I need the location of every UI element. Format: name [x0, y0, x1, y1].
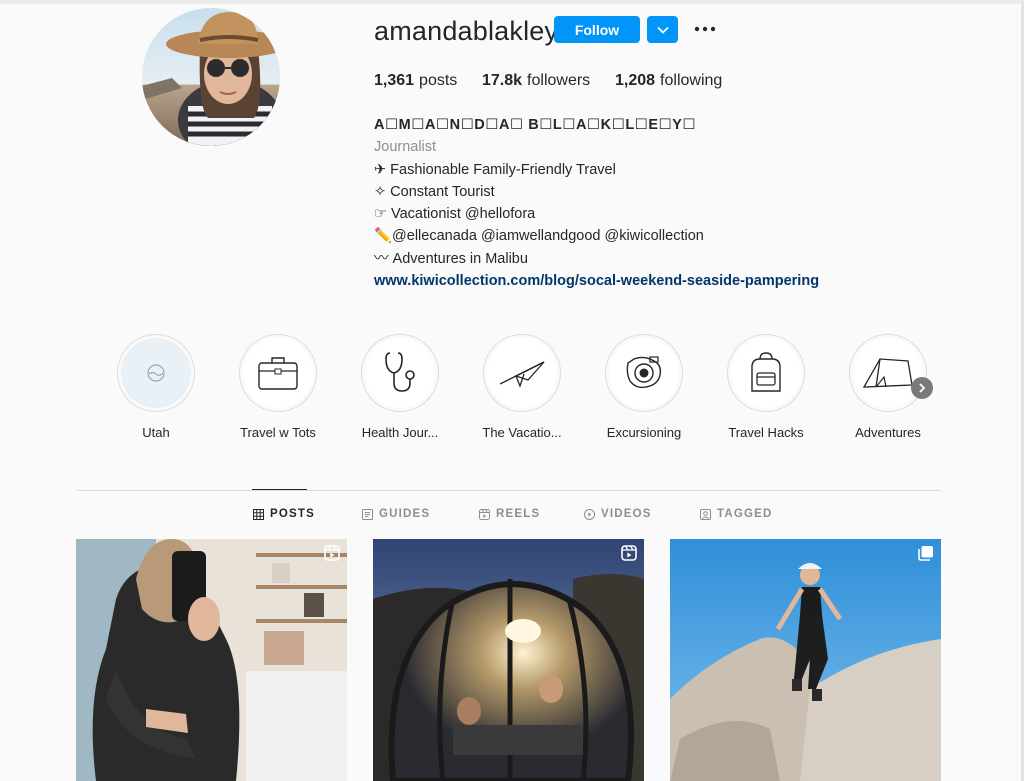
- suggested-accounts-button[interactable]: [647, 16, 678, 43]
- category-label: Journalist: [374, 139, 437, 156]
- highlight-cover: [365, 338, 435, 408]
- highlight-health-journey[interactable]: Health Jour...: [350, 334, 450, 440]
- highlight-cover: [609, 338, 679, 408]
- suitcase-icon: [258, 357, 298, 390]
- highlight-ring: [483, 334, 561, 412]
- post-image-dining-dome: [373, 539, 644, 781]
- followers-label: followers: [527, 72, 591, 89]
- highlight-label: Travel Hacks: [728, 425, 804, 440]
- bio-line: ☞ Vacationist @hellofora: [374, 206, 536, 223]
- tagged-icon: [700, 508, 711, 520]
- highlight-ring: [849, 334, 927, 412]
- highlight-ring: [605, 334, 683, 412]
- post-image-rock-climb: [670, 539, 941, 781]
- highlight-utah[interactable]: Utah: [106, 334, 206, 440]
- camera-icon: [626, 356, 662, 389]
- tab-label: POSTS: [270, 508, 315, 520]
- tabs-divider: [77, 490, 941, 491]
- tab-label: REELS: [496, 508, 541, 520]
- tab-label: VIDEOS: [601, 508, 652, 520]
- bio-line: ✈ Fashionable Family-Friendly Travel: [374, 161, 616, 178]
- highlight-cover: [121, 338, 191, 408]
- followers-count: 17.8k: [482, 72, 523, 89]
- highlight-excursioning[interactable]: Excursioning: [594, 334, 694, 440]
- tab-label: GUIDES: [379, 508, 431, 520]
- profile-avatar[interactable]: [142, 8, 280, 146]
- utah-globe-icon: [147, 364, 165, 382]
- highlight-ring: [361, 334, 439, 412]
- highlight-label: Excursioning: [606, 425, 682, 440]
- highlight-label: Adventures: [855, 425, 921, 440]
- browser-frame-top: [0, 0, 1024, 4]
- profile-username: amandablakley: [374, 16, 559, 46]
- tab-videos[interactable]: VIDEOS: [584, 508, 652, 520]
- paper-plane-icon: [499, 361, 545, 388]
- post-thumbnail[interactable]: [373, 539, 644, 781]
- bio-line: ✏️@ellecanada @iamwellandgood @kiwicolle…: [374, 228, 704, 245]
- reels-icon: [479, 508, 490, 520]
- bio-website-link[interactable]: www.kiwicollection.com/blog/socal-weeken…: [374, 270, 819, 292]
- highlight-label: Utah: [142, 425, 170, 440]
- backpack-icon: [751, 352, 781, 392]
- highlight-label: The Vacatio...: [482, 425, 562, 440]
- highlight-cover: [853, 338, 923, 408]
- highlight-the-vacationist[interactable]: The Vacatio...: [472, 334, 572, 440]
- display-name: A☐M☐A☐N☐D☐A☐ B☐L☐A☐K☐L☐E☐Y☐: [374, 117, 697, 133]
- highlight-travel-w-tots[interactable]: Travel w Tots: [228, 334, 328, 440]
- profile-stats: 1,361 posts 17.8k followers 1,208 follow…: [374, 72, 722, 90]
- profile-bio: A☐M☐A☐N☐D☐A☐ B☐L☐A☐K☐L☐E☐Y☐ Journalist ✈…: [374, 114, 819, 292]
- chevron-right-icon: [919, 383, 926, 393]
- follow-button[interactable]: Follow: [554, 16, 640, 43]
- chevron-down-icon: [656, 26, 669, 34]
- highlight-ring: [117, 334, 195, 412]
- bio-line: 〰 Adventures in Malibu: [374, 250, 528, 267]
- tab-posts[interactable]: POSTS: [253, 508, 315, 520]
- stethoscope-icon: [385, 352, 415, 392]
- following-count: 1,208: [615, 72, 656, 89]
- posts-count: 1,361: [374, 72, 415, 89]
- posts-stat: 1,361 posts: [374, 72, 482, 90]
- followers-stat[interactable]: 17.8k followers: [482, 72, 615, 90]
- tab-reels[interactable]: REELS: [479, 508, 540, 520]
- more-dots-icon: [694, 26, 716, 32]
- highlights-next-button[interactable]: [911, 377, 933, 399]
- highlight-cover: [731, 338, 801, 408]
- post-thumbnail[interactable]: [670, 539, 941, 781]
- highlight-cover: [243, 338, 313, 408]
- highlight-label: Health Jour...: [361, 425, 439, 440]
- reel-badge-icon: [621, 545, 637, 566]
- posts-label: posts: [419, 72, 458, 89]
- post-image-mirror-selfie: [76, 539, 347, 781]
- reel-badge-icon: [324, 545, 340, 566]
- play-icon: [584, 508, 595, 520]
- following-stat[interactable]: 1,208 following: [615, 72, 722, 90]
- active-tab-indicator: [252, 489, 307, 490]
- highlight-ring: [727, 334, 805, 412]
- highlight-ring: [239, 334, 317, 412]
- highlight-label: Travel w Tots: [240, 425, 316, 440]
- post-thumbnail[interactable]: [76, 539, 347, 781]
- following-label: following: [660, 72, 723, 89]
- carousel-badge-icon: [918, 545, 934, 566]
- grid-icon: [253, 508, 264, 520]
- bio-line: ✧ Constant Tourist: [374, 183, 495, 200]
- highlight-travel-hacks[interactable]: Travel Hacks: [716, 334, 816, 440]
- tab-tagged[interactable]: TAGGED: [700, 508, 773, 520]
- highlight-cover: [487, 338, 557, 408]
- tab-label: TAGGED: [717, 508, 773, 520]
- tent-icon: [862, 358, 913, 388]
- more-options-button[interactable]: [690, 18, 720, 40]
- guides-icon: [362, 508, 373, 520]
- tab-guides[interactable]: GUIDES: [362, 508, 430, 520]
